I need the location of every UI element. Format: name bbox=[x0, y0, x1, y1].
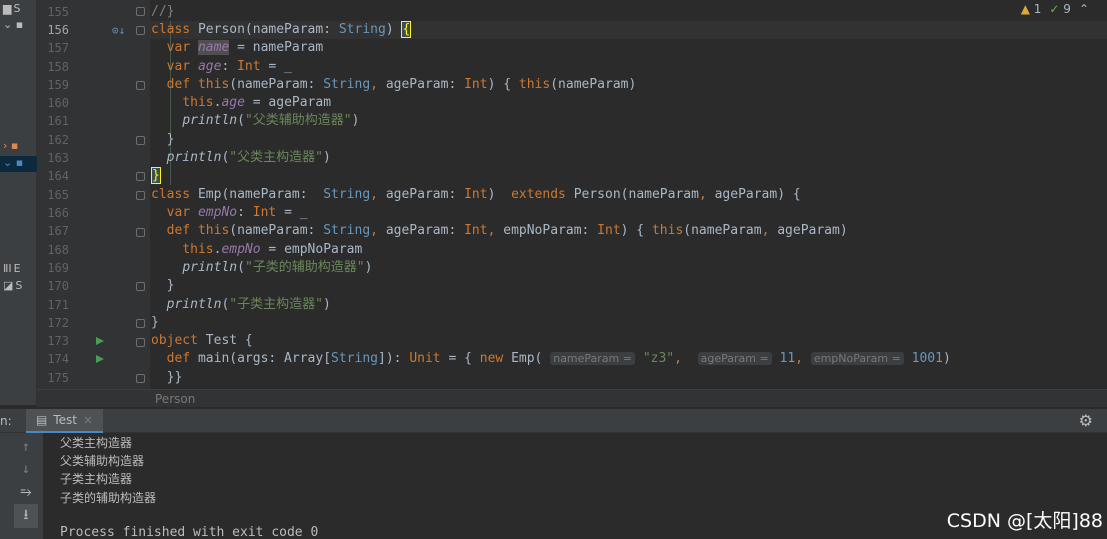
code-line: } bbox=[151, 278, 175, 293]
code-line: var empNo: Int = _ bbox=[166, 205, 308, 220]
fold-icon[interactable] bbox=[136, 374, 145, 383]
line-number[interactable]: 156 bbox=[37, 21, 69, 39]
console-icon: ▤ bbox=[36, 413, 48, 427]
fold-icon[interactable] bbox=[136, 319, 145, 328]
expanded-folder-item[interactable]: ⌄ ▪ bbox=[3, 156, 23, 169]
code-line: println("父类辅助构造器") bbox=[182, 113, 360, 128]
line-number[interactable]: 172 bbox=[37, 314, 69, 332]
code-line: println("子类主构造器") bbox=[166, 297, 331, 312]
chevron-up-icon[interactable]: ⌃ bbox=[1079, 2, 1089, 16]
code-line: var age: Int = _ bbox=[166, 59, 292, 74]
line-number[interactable]: 171 bbox=[37, 296, 69, 314]
project-item[interactable]: ◪ S bbox=[3, 279, 22, 292]
collapsed-folder-item[interactable]: › ▪ bbox=[3, 139, 18, 152]
inspection-widget[interactable]: ▲ 1 ✓ 9 ⌃ bbox=[1021, 2, 1089, 16]
gear-icon[interactable]: ⚙ bbox=[1079, 411, 1093, 430]
library-icon: ⅡⅠ bbox=[3, 262, 12, 275]
console-line: 子类主构造器 bbox=[60, 472, 133, 486]
line-number[interactable]: 155 bbox=[37, 3, 69, 21]
code-line: } bbox=[151, 315, 159, 330]
code-line: def this(nameParam: String, ageParam: In… bbox=[166, 77, 637, 92]
code-line: def this(nameParam: String, ageParam: In… bbox=[166, 223, 848, 238]
scratch-icon: ◪ bbox=[3, 279, 14, 292]
param-hint: ageParam = bbox=[697, 352, 772, 365]
fold-icon[interactable] bbox=[136, 26, 145, 35]
tab-run-test[interactable]: ▤ Test × bbox=[26, 409, 104, 433]
override-marker-icon[interactable]: ⊙↓ bbox=[112, 24, 125, 37]
warning-icon: ▲ bbox=[1020, 2, 1030, 16]
line-number[interactable]: 169 bbox=[37, 259, 69, 277]
code-line: class Person(nameParam: String) { bbox=[151, 21, 412, 38]
breadcrumb: Person bbox=[37, 389, 1107, 407]
code-line: class Emp(nameParam: String, ageParam: I… bbox=[151, 187, 801, 202]
run-side-toolbar: ↑ ↓ ⥱ ⭳ bbox=[0, 433, 43, 539]
line-number[interactable]: 173 bbox=[37, 332, 69, 350]
line-number[interactable]: 164 bbox=[37, 167, 69, 185]
arrow-down-icon[interactable]: ↓ bbox=[14, 461, 38, 477]
project-item[interactable]: ▆ S bbox=[3, 2, 20, 15]
line-number[interactable]: 168 bbox=[37, 241, 69, 259]
fold-icon[interactable] bbox=[136, 136, 145, 145]
code-editor[interactable]: 155 156 157 158 159 160 161 162 163 164 165 166 167 1… bbox=[37, 0, 1107, 389]
arrow-up-icon[interactable]: ↑ bbox=[14, 439, 38, 455]
param-hint: nameParam = bbox=[550, 352, 635, 365]
run-gutter-icon[interactable] bbox=[96, 337, 104, 345]
fold-icon[interactable] bbox=[136, 228, 145, 237]
fold-icon[interactable] bbox=[136, 81, 145, 90]
code-line: } bbox=[151, 132, 175, 147]
line-number[interactable]: 174 bbox=[37, 350, 69, 368]
run-gutter-icon[interactable] bbox=[96, 355, 104, 363]
line-number[interactable]: 165 bbox=[37, 186, 69, 204]
fold-icon[interactable] bbox=[136, 191, 145, 200]
console-line: 子类的辅助构造器 bbox=[60, 491, 157, 505]
project-panel-strip: ▆ S ⌄ ▪ › ▪ ⌄ ▪ ⅡⅠ E ◪ S bbox=[0, 0, 37, 405]
code-line: println("父类主构造器") bbox=[166, 150, 331, 165]
line-number[interactable]: 162 bbox=[37, 131, 69, 149]
code-line: println("子类的辅助构造器") bbox=[182, 260, 373, 275]
code-line: }} bbox=[151, 370, 183, 385]
soft-wrap-icon[interactable]: ⥱ bbox=[14, 484, 38, 500]
console-line: 父类辅助构造器 bbox=[60, 454, 145, 468]
code-line: var name = nameParam bbox=[166, 40, 324, 55]
console-line: 父类主构造器 bbox=[60, 436, 133, 450]
line-number[interactable]: 163 bbox=[37, 149, 69, 167]
fold-icon[interactable] bbox=[136, 282, 145, 291]
code-line: def main(args: Array[String]): Unit = { … bbox=[166, 351, 951, 366]
line-number[interactable]: 161 bbox=[37, 112, 69, 130]
param-hint: empNoParam = bbox=[810, 352, 904, 365]
line-number[interactable]: 158 bbox=[37, 58, 69, 76]
watermark: CSDN @[太阳]88 bbox=[946, 510, 1103, 532]
scroll-to-end-icon[interactable]: ⭳ bbox=[14, 504, 38, 528]
line-number[interactable]: 166 bbox=[37, 204, 69, 222]
code-line: this.empNo = empNoParam bbox=[182, 242, 363, 257]
console-exit-line: Process finished with exit code 0 bbox=[60, 525, 319, 539]
breadcrumb-item[interactable]: Person bbox=[155, 392, 195, 406]
line-number[interactable]: 175 bbox=[37, 369, 69, 387]
close-icon[interactable]: × bbox=[83, 413, 93, 427]
code-line: //} bbox=[151, 4, 175, 19]
fold-icon[interactable] bbox=[136, 338, 145, 347]
code-line: this.age = ageParam bbox=[182, 95, 332, 110]
folder-icon: ▆ bbox=[3, 2, 12, 15]
expand-chevron-icon[interactable]: ⌄ ▪ bbox=[3, 18, 23, 31]
run-toolbar: n: ▤ Test × ⚙ bbox=[0, 409, 1107, 433]
line-number[interactable]: 157 bbox=[37, 39, 69, 57]
fold-icon[interactable] bbox=[136, 7, 145, 16]
typo-check-icon: ✓ bbox=[1049, 2, 1060, 16]
run-panel-label: n: bbox=[0, 414, 12, 428]
line-number[interactable]: 159 bbox=[37, 76, 69, 94]
line-number[interactable]: 160 bbox=[37, 94, 69, 112]
line-number[interactable]: 167 bbox=[37, 222, 69, 240]
fold-icon[interactable] bbox=[136, 172, 145, 181]
project-item[interactable]: ⅡⅠ E bbox=[3, 262, 21, 275]
code-line: } bbox=[151, 167, 161, 184]
code-line: object Test { bbox=[151, 333, 253, 348]
line-number[interactable]: 170 bbox=[37, 277, 69, 295]
